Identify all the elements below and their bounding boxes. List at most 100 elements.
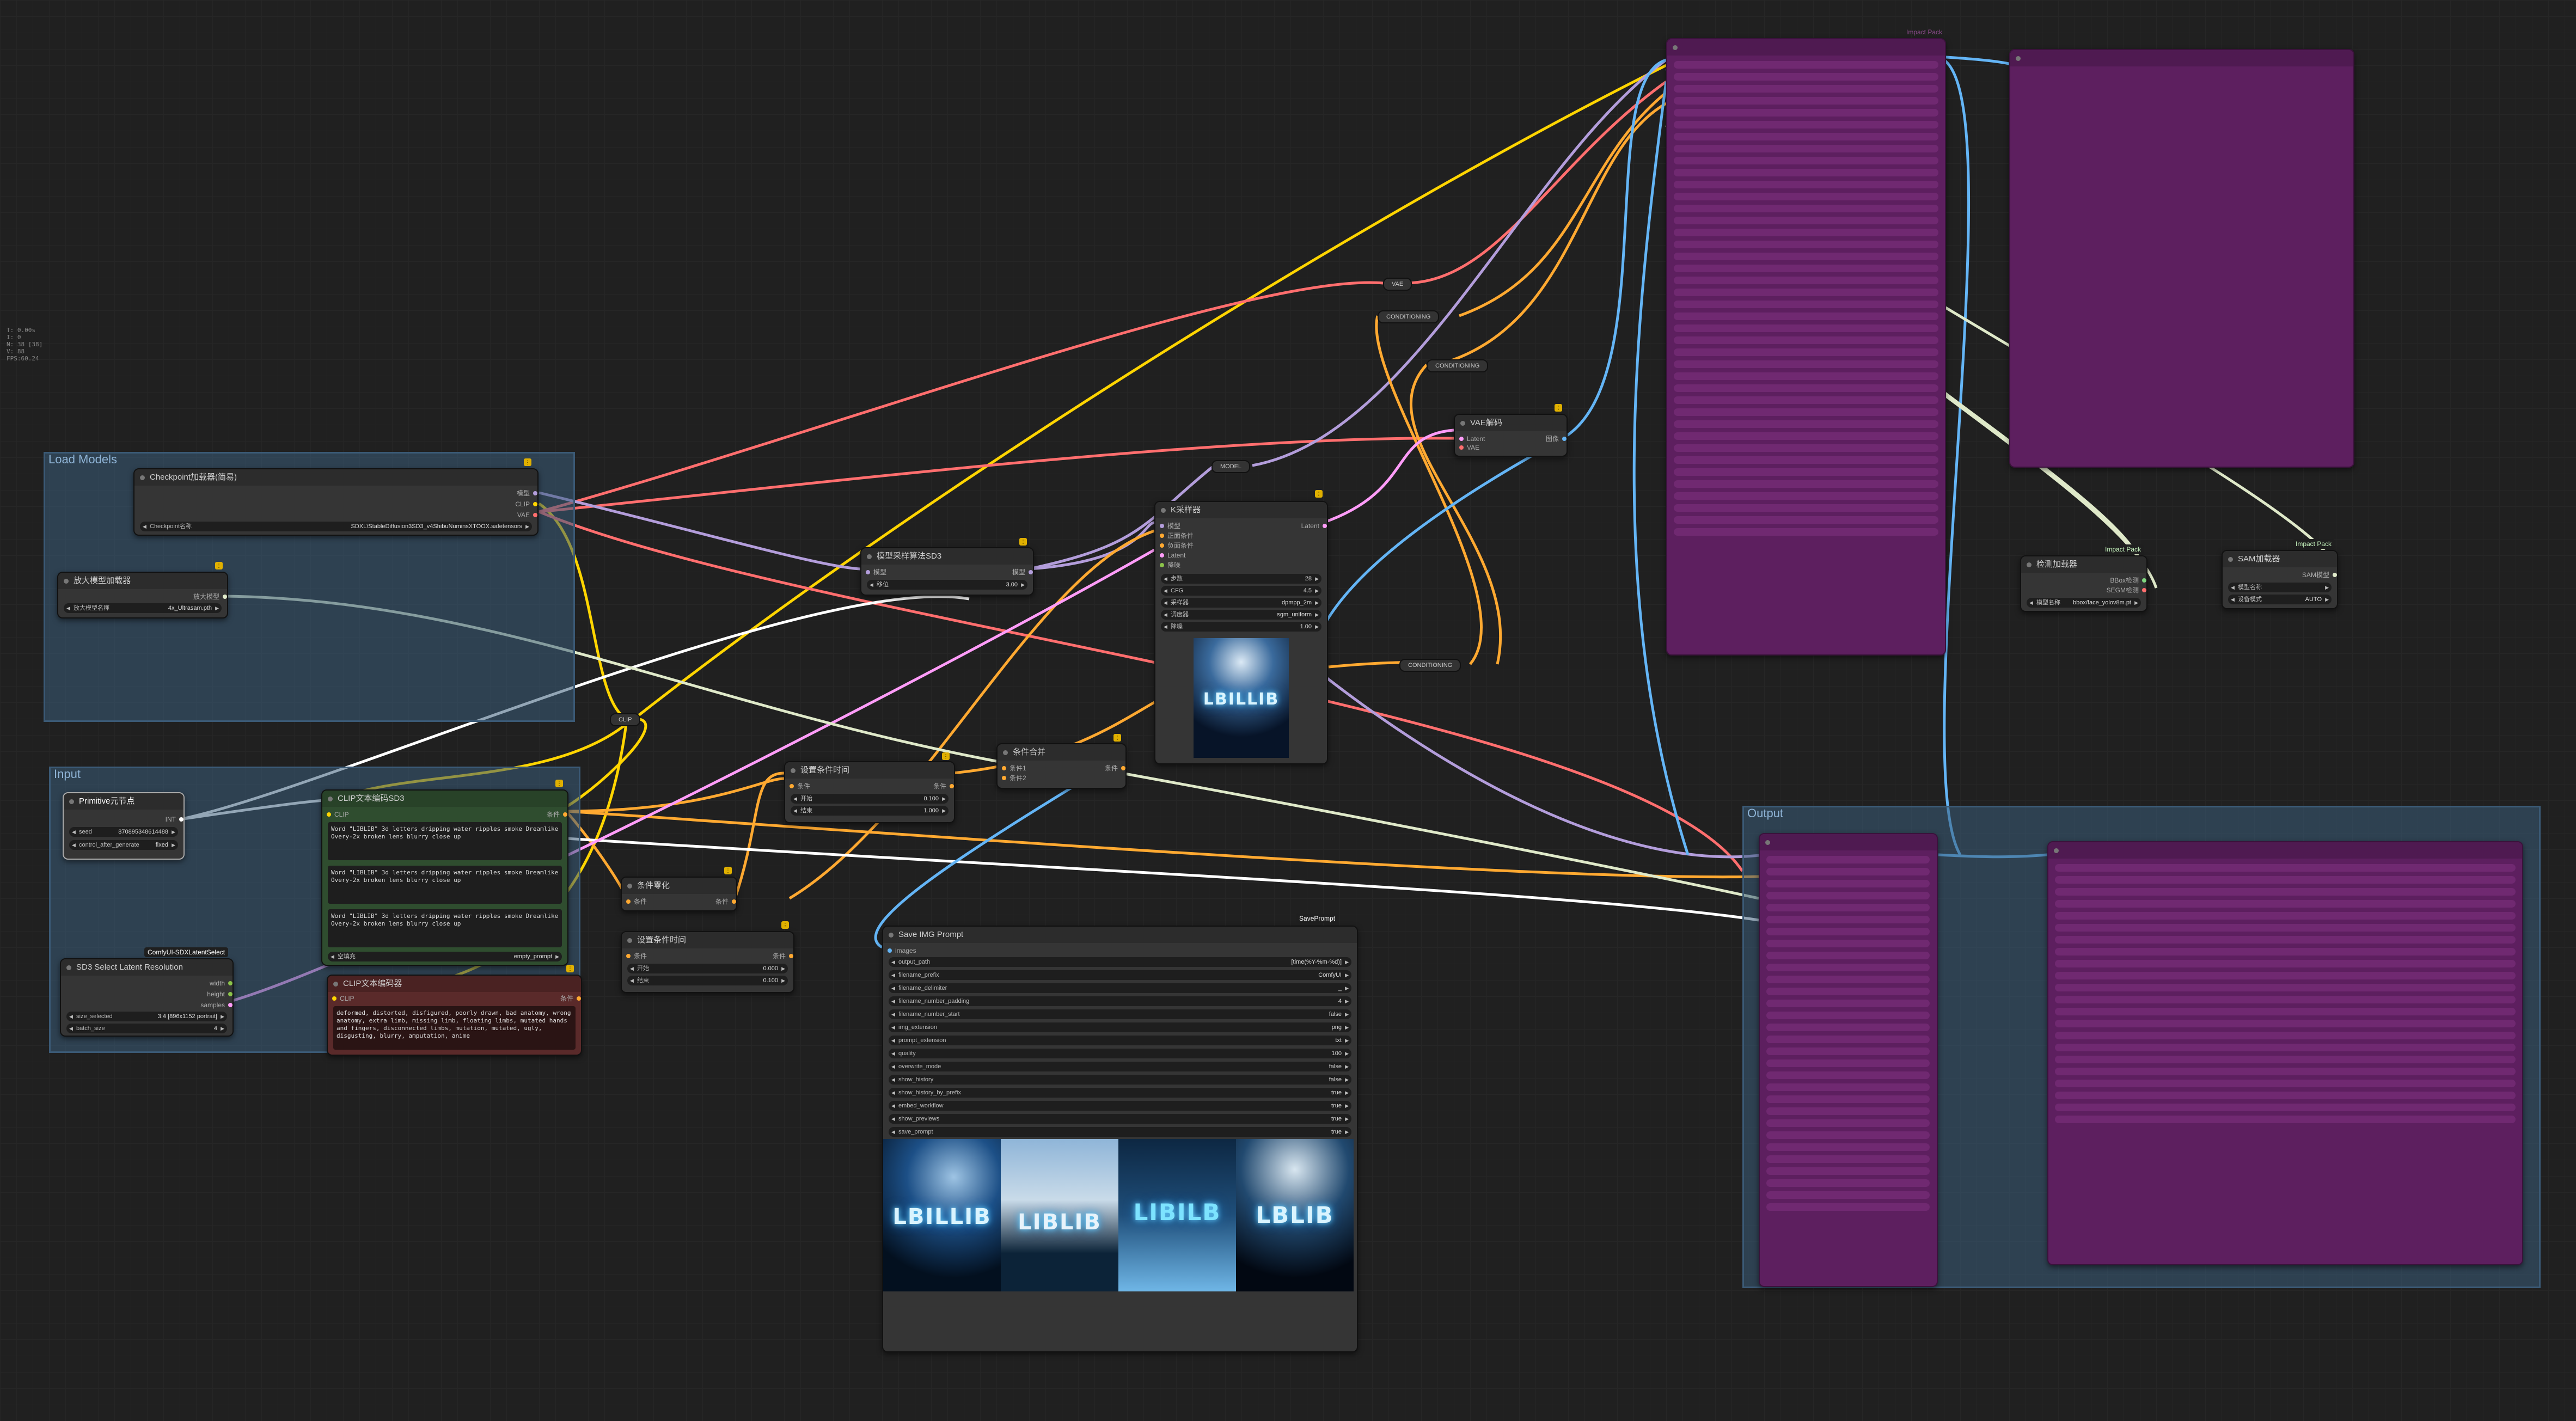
muted-widget-row[interactable]: [1674, 504, 1938, 512]
muted-widget-row[interactable]: [1674, 384, 1938, 392]
output-width[interactable]: width: [210, 979, 233, 988]
sam-model-widget[interactable]: 模型名称 sam_vit_b_01ec64.pth: [2228, 583, 2332, 601]
save-widget-row[interactable]: output_path[time(%Y-%m-%d)]: [889, 957, 1351, 967]
save-widget-row[interactable]: img_extensionpng: [889, 1022, 1351, 1032]
output-model[interactable]: 模型: [517, 489, 538, 498]
output-conditioning[interactable]: 条件: [1105, 764, 1126, 773]
node-options-icon[interactable]: ⋮: [1315, 490, 1323, 498]
conditioning-timestep-node-1[interactable]: 设置条件时间 条件 条件 开始 0.100 结束 1.000: [784, 761, 955, 823]
muted-widget-row[interactable]: [1674, 145, 1938, 152]
muted-widget-row[interactable]: [1766, 1107, 1930, 1115]
reroute-vae[interactable]: VAE: [1383, 278, 1412, 291]
save-widget-row[interactable]: show_previewstrue: [889, 1114, 1351, 1124]
muted-widget-row[interactable]: [1674, 396, 1938, 404]
reroute-conditioning-3[interactable]: CONDITIONING: [1399, 659, 1461, 672]
muted-widget-row[interactable]: [1766, 1071, 1930, 1079]
muted-widget-row[interactable]: [1766, 1167, 1930, 1175]
muted-widget-row[interactable]: [1766, 928, 1930, 935]
node-options-icon[interactable]: ⋮: [724, 867, 732, 874]
muted-widget-row[interactable]: [1766, 916, 1930, 923]
muted-widget-row[interactable]: [2055, 948, 2516, 955]
seed-widget[interactable]: seed 870895348614488: [69, 827, 178, 837]
sampler-widget[interactable]: 采样器dpmpp_2m: [1161, 598, 1321, 608]
clip-g-prompt[interactable]: Word "LIBLIB" 3d letters dripping water …: [328, 866, 562, 904]
output-conditioning[interactable]: 条件: [560, 994, 582, 1003]
output-conditioning[interactable]: 条件: [715, 897, 737, 906]
reroute-model[interactable]: MODEL: [1211, 460, 1251, 473]
output-samples[interactable]: samples: [200, 1001, 232, 1009]
reroute-clip[interactable]: CLIP: [610, 713, 641, 726]
bbox-model-widget[interactable]: 模型名称 bbox/face_yolov8m.pt: [2027, 598, 2141, 608]
input-latent[interactable]: Latent: [1459, 434, 1485, 443]
output-conditioning[interactable]: 条件: [547, 810, 568, 819]
preview-image-node[interactable]: [2009, 49, 2354, 468]
save-widget-row[interactable]: filename_prefixComfyUI: [889, 970, 1351, 980]
clip-text-encode-negative-node[interactable]: CLIP文本编码器 CLIP 条件 deformed, distorted, d…: [327, 975, 582, 1056]
output-upscale-model[interactable]: 放大模型: [193, 592, 228, 601]
model-sampling-sd3-node[interactable]: 模型采样算法SD3 模型 模型 移位 3.00: [860, 547, 1034, 596]
save-widget-row[interactable]: overwrite_modefalse: [889, 1062, 1351, 1071]
input-conditioning[interactable]: 条件: [790, 782, 810, 791]
muted-widget-row[interactable]: [1766, 1036, 1930, 1043]
output-conditioning[interactable]: 条件: [773, 952, 794, 960]
input-latent[interactable]: Latent: [1160, 551, 1185, 560]
reroute-conditioning-2[interactable]: CONDITIONING: [1427, 359, 1489, 372]
input-positive[interactable]: 正面条件: [1160, 531, 1194, 540]
vae-decode-node[interactable]: VAE解码 Latent VAE 图像: [1454, 414, 1568, 457]
muted-widget-row[interactable]: [2055, 864, 2516, 872]
save-image-output-node[interactable]: [2047, 841, 2523, 1265]
muted-widget-row[interactable]: [2055, 912, 2516, 920]
output-height[interactable]: height: [207, 990, 232, 999]
muted-widget-row[interactable]: [1674, 121, 1938, 128]
muted-widget-row[interactable]: [1674, 432, 1938, 440]
upscale-name-widget[interactable]: 放大模型名称 4x_Ultrasam.pth: [64, 603, 222, 613]
muted-widget-row[interactable]: [1766, 1000, 1930, 1007]
muted-widget-row[interactable]: [2055, 1020, 2516, 1027]
conditioning-timestep-node-2[interactable]: 设置条件时间 条件 条件 开始 0.000 结束 0.100: [621, 931, 794, 993]
clip-l-prompt[interactable]: Word "LIBLIB" 3d letters dripping water …: [328, 822, 562, 860]
input-images[interactable]: images: [888, 946, 916, 955]
muted-widget-row[interactable]: [1766, 1095, 1930, 1103]
output-vae[interactable]: VAE: [517, 511, 538, 519]
clip-text-encode-sd3-node[interactable]: CLIP文本编码SD3 CLIP 条件 Word "LIBLIB" 3d let…: [321, 789, 568, 966]
muted-widget-row[interactable]: [2055, 984, 2516, 991]
muted-widget-row[interactable]: [1766, 1012, 1930, 1019]
muted-widget-row[interactable]: [2055, 1068, 2516, 1075]
muted-widget-row[interactable]: [1766, 856, 1930, 863]
denoise-widget[interactable]: 降噪1.00: [1161, 622, 1321, 632]
node-options-icon[interactable]: ⋮: [1019, 538, 1027, 546]
save-widget-row[interactable]: show_historyfalse: [889, 1075, 1351, 1085]
muted-widget-row[interactable]: [1766, 892, 1930, 899]
input-clip[interactable]: CLIP: [327, 810, 349, 819]
save-widget-row[interactable]: filename_number_startfalse: [889, 1009, 1351, 1019]
muted-widget-row[interactable]: [1766, 1143, 1930, 1151]
face-detailer-node[interactable]: [1666, 38, 1946, 656]
save-widget-row[interactable]: embed_workflowtrue: [889, 1101, 1351, 1111]
muted-widget-row[interactable]: [1766, 1119, 1930, 1127]
muted-widget-row[interactable]: [2055, 1104, 2516, 1111]
muted-widget-row[interactable]: [1766, 976, 1930, 983]
muted-widget-row[interactable]: [1674, 468, 1938, 476]
node-options-icon[interactable]: ⋮: [1113, 734, 1121, 742]
save-widget-row[interactable]: save_prompttrue: [889, 1127, 1351, 1137]
muted-widget-row[interactable]: [1674, 265, 1938, 272]
shift-widget[interactable]: 移位 3.00: [867, 580, 1027, 590]
checkpoint-name-widget[interactable]: Checkpoint名称 SDXL\StableDiffusion3SD3_v4…: [140, 522, 532, 531]
muted-widget-row[interactable]: [1674, 277, 1938, 284]
muted-widget-row[interactable]: [1766, 1024, 1930, 1031]
input-conditioning[interactable]: 条件: [626, 897, 647, 906]
muted-widget-row[interactable]: [1674, 253, 1938, 260]
muted-widget-row[interactable]: [1674, 157, 1938, 164]
muted-widget-row[interactable]: [1674, 492, 1938, 500]
muted-widget-row[interactable]: [1674, 301, 1938, 308]
muted-widget-row[interactable]: [1674, 516, 1938, 524]
muted-widget-row[interactable]: [1674, 420, 1938, 428]
muted-widget-row[interactable]: [1674, 408, 1938, 416]
empty-padding-widget[interactable]: 空填充 empty_prompt: [328, 952, 562, 961]
muted-widget-row[interactable]: [2055, 936, 2516, 944]
muted-widget-row[interactable]: [1766, 952, 1930, 959]
node-options-icon[interactable]: ⋮: [942, 752, 950, 760]
scheduler-widget[interactable]: 调度器sgm_uniform: [1161, 610, 1321, 620]
input-model[interactable]: 模型: [1160, 522, 1180, 530]
input-denoise[interactable]: 降噪: [1160, 561, 1180, 569]
